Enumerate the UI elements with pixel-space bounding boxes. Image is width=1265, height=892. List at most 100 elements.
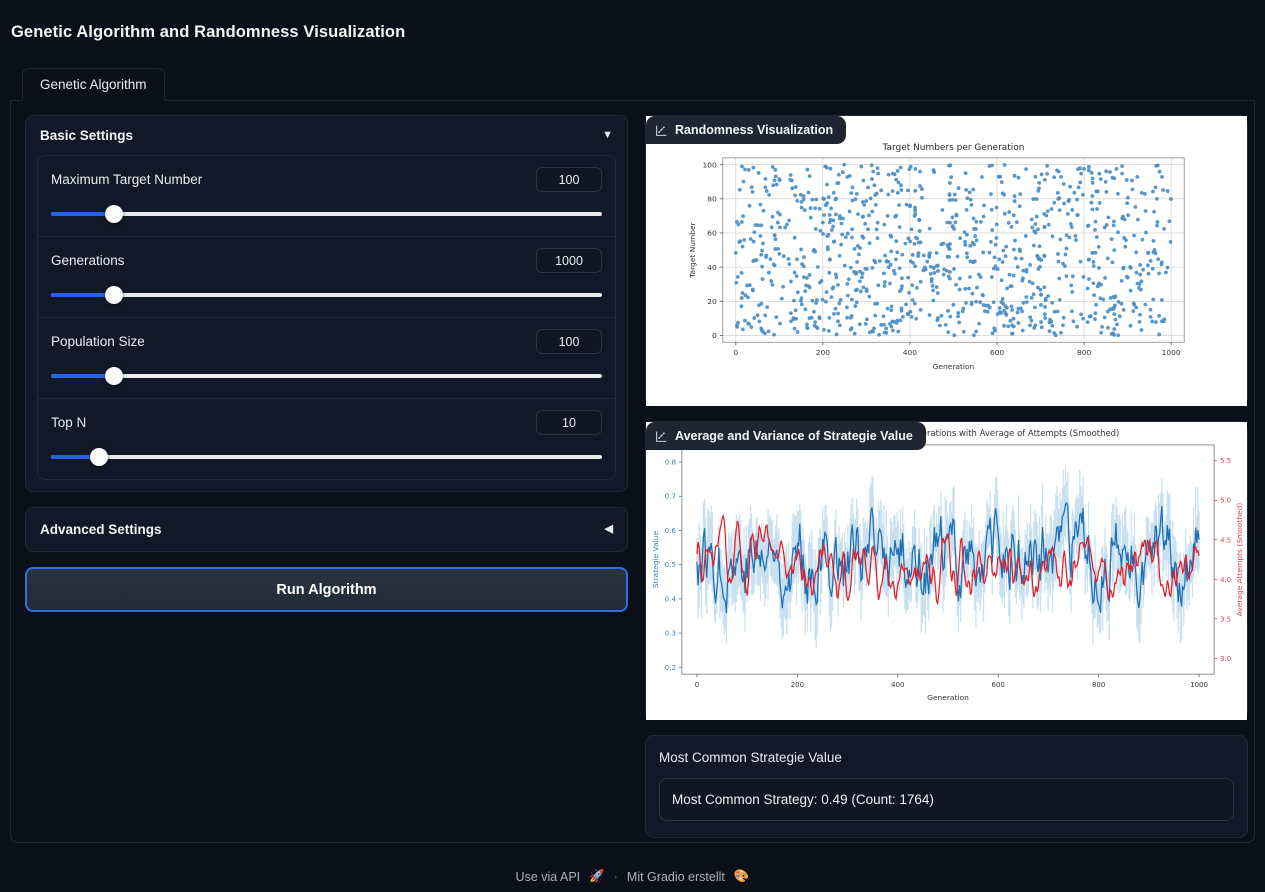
slider-label-maximum-target-number: Maximum Target Number (51, 172, 203, 187)
slider-knob[interactable] (105, 205, 124, 223)
svg-text:Target Numbers per Generation: Target Numbers per Generation (882, 143, 1025, 153)
slider-header: Maximum Target Number 100 (51, 167, 602, 192)
page-title: Genetic Algorithm and Randomness Visuali… (11, 23, 406, 41)
svg-text:0: 0 (695, 681, 699, 689)
result-card-most-common-strategie-value: Most Common Strategie Value Most Common … (645, 735, 1248, 838)
plot-badge-label: Average and Variance of Strategie Value (675, 429, 913, 443)
accordion-basic-settings-body: Maximum Target Number 100 Generations 10… (26, 155, 627, 491)
svg-text:40: 40 (707, 263, 717, 272)
svg-text:4.5: 4.5 (1220, 536, 1231, 544)
plot-body-line[interactable]: Average Strategie Value Over Generations… (646, 422, 1247, 720)
slider-maximum-target-number[interactable] (51, 205, 602, 223)
svg-text:0.7: 0.7 (665, 493, 676, 501)
svg-text:Generation: Generation (933, 362, 975, 371)
number-input-maximum-target-number[interactable]: 100 (536, 167, 602, 192)
svg-text:Average Attempts (Smoothed): Average Attempts (Smoothed) (1235, 503, 1244, 617)
slider-top-n[interactable] (51, 448, 602, 466)
svg-text:200: 200 (816, 348, 831, 357)
accordion-basic-settings-header[interactable]: Basic Settings ▼ (26, 116, 627, 155)
built-with-gradio-link[interactable]: Mit Gradio erstellt (627, 870, 725, 884)
plot-badge-label: Randomness Visualization (675, 123, 834, 137)
slider-track (51, 374, 602, 378)
svg-text:0: 0 (733, 348, 738, 357)
svg-text:5.5: 5.5 (1220, 457, 1231, 465)
slider-track (51, 293, 602, 297)
svg-text:100: 100 (702, 160, 717, 169)
tab-genetic-algorithm[interactable]: Genetic Algorithm (22, 68, 165, 101)
svg-text:0.3: 0.3 (665, 630, 676, 638)
line-chart[interactable]: Average Strategie Value Over Generations… (646, 422, 1247, 720)
svg-text:0.8: 0.8 (665, 459, 676, 467)
settings-column: Basic Settings ▼ Maximum Target Number 1… (25, 115, 628, 828)
svg-text:20: 20 (707, 297, 717, 306)
svg-text:3.0: 3.0 (1220, 655, 1231, 663)
chart-line-icon (655, 430, 668, 443)
slider-header: Top N 10 (51, 410, 602, 435)
slider-row-generations: Generations 1000 (38, 236, 615, 317)
slider-knob[interactable] (105, 286, 124, 304)
slider-knob[interactable] (105, 367, 124, 385)
run-algorithm-button[interactable]: Run Algorithm (25, 567, 628, 612)
slider-knob[interactable] (90, 448, 109, 466)
svg-text:1000: 1000 (1162, 348, 1181, 357)
number-input-top-n[interactable]: 10 (536, 410, 602, 435)
results-column: Randomness Visualization Target Numbers … (645, 115, 1248, 838)
result-title: Most Common Strategie Value (659, 750, 842, 765)
svg-text:0.6: 0.6 (665, 527, 676, 535)
slider-row-maximum-target-number: Maximum Target Number 100 (38, 156, 615, 236)
svg-text:800: 800 (1077, 348, 1092, 357)
svg-text:0.4: 0.4 (665, 595, 677, 603)
plot-body-scatter[interactable]: Target Numbers per Generation 0 200 400 600 8… (646, 116, 1247, 407)
svg-text:60: 60 (707, 229, 717, 238)
accordion-advanced-settings: Advanced Settings ◀ (25, 507, 628, 552)
chart-scatter-icon (655, 124, 668, 137)
app-root: Genetic Algorithm and Randomness Visuali… (0, 0, 1265, 892)
accordion-basic-settings-label: Basic Settings (40, 128, 134, 143)
result-value: Most Common Strategy: 0.49 (Count: 1764) (659, 778, 1234, 821)
number-input-population-size[interactable]: 100 (536, 329, 602, 354)
slider-header: Generations 1000 (51, 248, 602, 273)
rocket-icon: 🚀 (589, 869, 605, 883)
footer: Use via API 🚀 · Mit Gradio erstellt 🎨 (0, 869, 1265, 884)
number-input-generations[interactable]: 1000 (536, 248, 602, 273)
svg-text:0.5: 0.5 (665, 561, 676, 569)
svg-text:1000: 1000 (1190, 681, 1208, 689)
tabs-container: Genetic Algorithm Basic Settings ▼ Maxim… (10, 68, 1255, 843)
slider-row-population-size: Population Size 100 (38, 317, 615, 398)
slider-track (51, 212, 602, 216)
footer-separator: · (613, 869, 618, 884)
plot-card-average-variance: Average and Variance of Strategie Value … (645, 421, 1248, 720)
svg-text:400: 400 (903, 348, 918, 357)
slider-population-size[interactable] (51, 367, 602, 385)
accordion-advanced-settings-header[interactable]: Advanced Settings ◀ (26, 508, 627, 551)
chevron-left-icon[interactable]: ◀ (605, 524, 613, 535)
columns: Basic Settings ▼ Maximum Target Number 1… (25, 115, 1248, 838)
svg-text:800: 800 (1092, 681, 1105, 689)
slider-label-generations: Generations (51, 253, 125, 268)
svg-text:600: 600 (990, 348, 1005, 357)
slider-generations[interactable] (51, 286, 602, 304)
svg-text:Generation: Generation (927, 693, 969, 702)
svg-text:Strategie Value: Strategie Value (651, 531, 660, 589)
scatter-chart[interactable]: Target Numbers per Generation 0 200 400 600 8… (646, 116, 1247, 407)
chevron-down-icon[interactable]: ▼ (602, 130, 613, 141)
plot-badge-average-variance: Average and Variance of Strategie Value (646, 422, 926, 450)
slider-label-population-size: Population Size (51, 334, 145, 349)
tab-bar: Genetic Algorithm (10, 68, 1255, 101)
slider-label-top-n: Top N (51, 415, 87, 430)
slider-header: Population Size 100 (51, 329, 602, 354)
svg-text:4.0: 4.0 (1220, 576, 1231, 584)
svg-text:0.2: 0.2 (665, 664, 676, 672)
tab-panel-genetic-algorithm: Basic Settings ▼ Maximum Target Number 1… (10, 101, 1255, 843)
svg-text:80: 80 (707, 195, 717, 204)
slider-track (51, 455, 602, 459)
accordion-advanced-settings-label: Advanced Settings (40, 522, 162, 537)
plot-badge-randomness-visualization: Randomness Visualization (646, 116, 847, 144)
svg-text:5.0: 5.0 (1220, 497, 1231, 505)
slider-group: Maximum Target Number 100 Generations 10… (37, 155, 616, 480)
plot-card-randomness-visualization: Randomness Visualization Target Numbers … (645, 115, 1248, 407)
use-via-api-link[interactable]: Use via API (516, 870, 581, 884)
gradio-logo-icon: 🎨 (733, 869, 750, 883)
accordion-basic-settings: Basic Settings ▼ Maximum Target Number 1… (25, 115, 628, 492)
run-algorithm-label: Run Algorithm (276, 581, 377, 598)
